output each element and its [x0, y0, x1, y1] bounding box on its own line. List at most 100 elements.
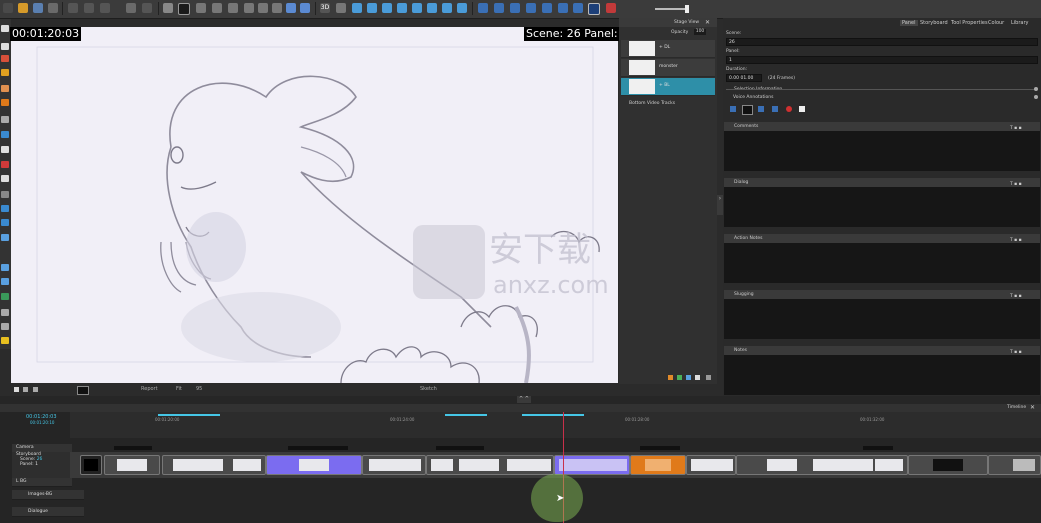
stage-canvas[interactable]: 安下载 anxz.com — [11, 27, 618, 384]
safe-area-toggle-icon[interactable] — [33, 387, 38, 392]
timeline-close-icon[interactable]: ✕ — [1030, 404, 1035, 411]
add-vector-layer-icon[interactable] — [668, 375, 673, 380]
section-tools-icon[interactable]: T ▪ ▪ — [1010, 292, 1034, 299]
previous-frame-icon[interactable] — [494, 3, 504, 13]
panel-splitter[interactable]: ^ ^ — [0, 396, 1041, 404]
paint-tool-icon[interactable] — [1, 161, 9, 168]
notes-textarea[interactable] — [724, 355, 1040, 395]
onion-skin-icon[interactable] — [163, 3, 173, 13]
camera-keyframe-range[interactable] — [158, 414, 220, 416]
slugging-textarea[interactable] — [724, 299, 1040, 339]
volume-handle[interactable] — [685, 5, 689, 13]
zoom-dropdown[interactable]: Report — [141, 386, 158, 392]
shape-tool-icon[interactable] — [1, 131, 9, 138]
perspective-tool-icon[interactable] — [1, 278, 9, 285]
voice-slider-handle[interactable] — [1034, 95, 1038, 99]
select-tool-icon[interactable] — [1, 25, 9, 32]
track-images-bg[interactable]: Images-BG — [12, 490, 84, 500]
scene-marker[interactable] — [114, 446, 152, 450]
comments-textarea[interactable] — [724, 131, 1040, 171]
split-panel-icon[interactable] — [412, 3, 422, 13]
dialog-section-header[interactable]: Dialog T ▪ ▪ — [724, 178, 1040, 187]
voice-record-icon[interactable] — [786, 106, 792, 112]
voice-stop-icon[interactable] — [742, 105, 753, 115]
play-icon[interactable] — [526, 3, 536, 13]
volume-slider[interactable] — [655, 8, 688, 10]
new-panel-icon[interactable] — [352, 3, 362, 13]
zoom-out-icon[interactable] — [300, 3, 310, 13]
voice-play-icon[interactable] — [758, 106, 764, 112]
layer-row[interactable]: + DL — [621, 40, 715, 58]
camera-tool-icon[interactable] — [1, 234, 9, 241]
layer-options-icon[interactable] — [695, 375, 700, 380]
grid-icon[interactable] — [196, 3, 206, 13]
section-tools-icon[interactable]: T ▪ ▪ — [1010, 348, 1034, 355]
comments-section-header[interactable]: Comments T ▪ ▪ — [724, 122, 1040, 131]
copy-icon[interactable] — [84, 3, 94, 13]
panel-clip[interactable] — [104, 455, 160, 475]
open-folder-icon[interactable] — [18, 3, 28, 13]
fit-dropdown[interactable]: Fit — [176, 386, 182, 392]
lock-icon[interactable] — [14, 387, 19, 392]
save-as-icon[interactable] — [48, 3, 58, 13]
safe-area-icon[interactable] — [212, 3, 222, 13]
next-frame-icon[interactable] — [542, 3, 552, 13]
add-bitmap-layer-icon[interactable] — [677, 375, 682, 380]
dropper-tool-icon[interactable] — [1, 175, 9, 182]
panel-clip[interactable] — [162, 455, 266, 475]
new-project-icon[interactable] — [3, 3, 13, 13]
camera-keyframe-icon[interactable] — [457, 3, 467, 13]
undo-icon[interactable] — [126, 3, 136, 13]
section-tools-icon[interactable]: T ▪ ▪ — [1010, 180, 1034, 187]
grid-toggle-icon[interactable] — [23, 387, 28, 392]
tab-library[interactable]: Library — [1011, 20, 1028, 26]
panel-clip[interactable] — [908, 455, 988, 475]
panel-clip[interactable] — [80, 455, 102, 475]
angle-field[interactable]: 95 — [196, 386, 202, 392]
panel-clip[interactable] — [988, 455, 1041, 475]
scene-marker[interactable] — [288, 446, 348, 450]
panel-clip[interactable] — [362, 455, 426, 475]
paste-icon[interactable] — [100, 3, 110, 13]
tab-storyboard[interactable]: Storyboard — [920, 20, 948, 26]
3d-icon[interactable]: 3D — [320, 3, 330, 13]
camera-keyframe-range[interactable] — [522, 414, 584, 416]
morph-tool-icon[interactable] — [1, 323, 9, 330]
scene-marker[interactable] — [436, 446, 484, 450]
voice-delete-icon[interactable] — [799, 106, 805, 112]
stop-icon[interactable] — [510, 3, 520, 13]
join-panel-icon[interactable] — [427, 3, 437, 13]
panel-clip[interactable] — [426, 455, 554, 475]
rotate-view-icon[interactable] — [1, 205, 9, 212]
transition-icon[interactable] — [442, 3, 452, 13]
text-tool-icon[interactable] — [1, 146, 9, 153]
zoom-tool-icon[interactable] — [1, 219, 9, 226]
tab-colour[interactable]: Colour — [988, 20, 1004, 26]
save-icon[interactable] — [33, 3, 43, 13]
redo-icon[interactable] — [142, 3, 152, 13]
first-frame-icon[interactable] — [478, 3, 488, 13]
panel-field[interactable]: 1 — [726, 56, 1038, 64]
scene-marker[interactable] — [640, 446, 680, 450]
eraser-tool-icon[interactable] — [1, 85, 9, 92]
fit-view-icon[interactable] — [272, 3, 282, 13]
panel-clip-selected[interactable] — [554, 455, 630, 475]
slugging-section-header[interactable]: Slugging T ▪ ▪ — [724, 290, 1040, 299]
cutter-tool-icon[interactable] — [1, 116, 9, 123]
zoom-in-icon[interactable] — [286, 3, 296, 13]
pencil-tool-icon[interactable] — [1, 69, 9, 76]
camera-keyframe-range[interactable] — [445, 414, 487, 416]
duration-field[interactable]: 0.00 01.00 — [726, 74, 762, 82]
action-notes-section-header[interactable]: Action Notes T ▪ ▪ — [724, 234, 1040, 243]
opacity-field[interactable]: 100 — [694, 29, 706, 35]
sound-icon[interactable] — [573, 3, 583, 13]
aspect-ratio-icon[interactable] — [228, 3, 238, 13]
delete-layer-icon[interactable] — [706, 375, 711, 380]
delete-panel-icon[interactable] — [397, 3, 407, 13]
new-scene-icon[interactable] — [367, 3, 377, 13]
add-group-icon[interactable] — [686, 375, 691, 380]
stamp-tool-icon[interactable] — [1, 99, 9, 106]
cut-icon[interactable] — [68, 3, 78, 13]
collapse-arrows-icon[interactable]: ^ ^ — [517, 396, 531, 403]
light-table-icon[interactable] — [178, 3, 190, 15]
